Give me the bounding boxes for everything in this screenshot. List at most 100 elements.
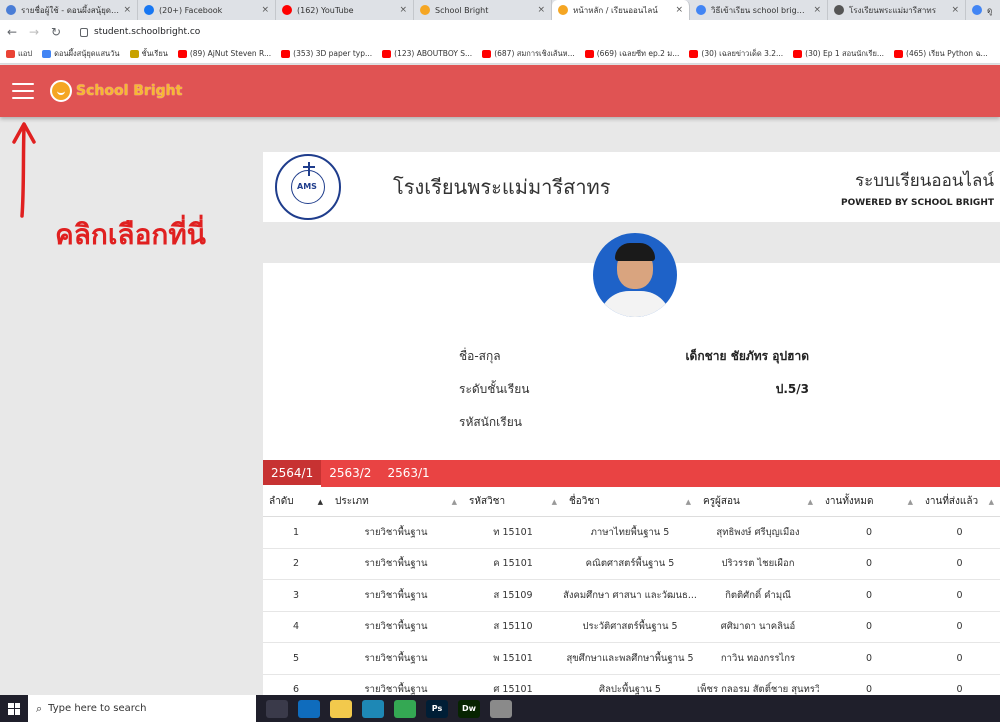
- column-header[interactable]: รหัสวิชา ▲: [463, 487, 563, 517]
- bookmark-icon: [42, 49, 52, 58]
- bookmark-item[interactable]: (30) เฉลยข่าวเด็ด 3.2...: [689, 48, 783, 60]
- browser-tab-strip: รายชื่อผู้ใช้ - ดอนผึ้งสนุ้ยุดแสนวัน×(20…: [0, 0, 1000, 20]
- menu-icon[interactable]: [12, 83, 34, 99]
- bookmark-item[interactable]: แอป: [6, 48, 32, 60]
- mail-icon[interactable]: [298, 699, 320, 718]
- table-cell: ส 15110: [493, 621, 533, 633]
- address-bar: ← → ↻ student.schoolbright.co: [0, 20, 1000, 44]
- back-icon[interactable]: ←: [6, 25, 18, 39]
- school-seal-icon: AMS: [275, 154, 341, 220]
- bookmark-item[interactable]: ชั้นเรียน: [129, 48, 168, 60]
- table-cell: 4: [292, 621, 300, 633]
- bookmark-item[interactable]: (30) Ep 1 สอนนักเรีย...: [793, 48, 884, 60]
- bookmark-label: (687) สมการเชิงเส้นห...: [494, 48, 575, 58]
- browser-tab[interactable]: หน้าหลัก / เรียนออนไลน์ ×: [552, 0, 690, 20]
- sort-icon[interactable]: ▲: [552, 487, 557, 517]
- brand-logo[interactable]: School Bright: [50, 80, 182, 102]
- browser-tab[interactable]: ดู×: [966, 0, 1000, 20]
- app-icon[interactable]: [490, 699, 512, 718]
- table-cell: สุขศึกษาและพลศึกษาพื้นฐาน 5: [566, 652, 694, 664]
- bookmark-item[interactable]: ดอนผึ้งสนุ้ยุดแสนวัน: [42, 48, 120, 60]
- column-header[interactable]: ลำดับ ▲: [263, 487, 329, 517]
- lock-icon: [80, 27, 88, 37]
- browser-tab[interactable]: วิธีเข้าเรียน school bright - G ×: [690, 0, 828, 20]
- bookmark-item[interactable]: (123) ABOUTBOY S...: [382, 49, 472, 58]
- browser-tab[interactable]: School Bright ×: [414, 0, 552, 20]
- table-cell: 0: [865, 652, 873, 664]
- column-header-label: ครูผู้สอน: [703, 495, 740, 507]
- table-cell: 0: [956, 621, 963, 633]
- bookmark-item[interactable]: (89) AjNut Steven R...: [177, 49, 271, 58]
- sort-icon[interactable]: ▲: [989, 487, 994, 517]
- close-icon[interactable]: ×: [951, 5, 959, 15]
- forward-icon[interactable]: →: [28, 25, 40, 39]
- tab-semester-2564-1[interactable]: 2564/1: [263, 460, 322, 487]
- table-row[interactable]: 5 รายวิชาพื้นฐาน พ 15101 สุขศึกษาและพลศึกษา…: [263, 643, 1000, 675]
- browser-tab[interactable]: โรงเรียนพระแม่มารีสาทร ×: [828, 0, 966, 20]
- table-row[interactable]: 1 รายวิชาพื้นฐาน ท 15101 ภาษาไทยพื้นฐาน 5 สุ…: [263, 517, 1000, 549]
- url-field[interactable]: student.schoolbright.co: [80, 27, 200, 37]
- table-cell: ส 15109: [493, 589, 533, 601]
- column-header[interactable]: งานที่ส่งแล้ว ▲: [919, 487, 1000, 517]
- browser-tab[interactable]: (20+) Facebook ×: [138, 0, 276, 20]
- browser-tab[interactable]: รายชื่อผู้ใช้ - ดอนผึ้งสนุ้ยุดแสนวัน ×: [0, 0, 138, 20]
- brand-name: School Bright: [76, 83, 183, 99]
- bookmark-label: (465) เรียน Python ฉ...: [906, 48, 988, 58]
- column-header[interactable]: ประเภท ▲: [329, 487, 463, 517]
- tab-title: โรงเรียนพระแม่มารีสาทร: [849, 5, 936, 15]
- column-header[interactable]: ครูผู้สอน ▲: [697, 487, 819, 517]
- table-header: ลำดับ ▲ ประเภท ▲ รหัสวิชา ▲ ชื่อวิชา ▲ ครูผู้สอน…: [263, 487, 1000, 517]
- chrome-icon[interactable]: [394, 699, 416, 718]
- dreamweaver-icon[interactable]: Dw: [458, 699, 480, 718]
- table-cell: 0: [865, 589, 873, 601]
- bookmark-item[interactable]: (687) สมการเชิงเส้นห...: [482, 48, 575, 60]
- tab-semester-2563-1[interactable]: 2563/1: [379, 460, 437, 487]
- sort-icon[interactable]: ▲: [908, 487, 913, 517]
- close-icon[interactable]: ×: [813, 5, 821, 15]
- column-header[interactable]: ชื่อวิชา ▲: [563, 487, 697, 517]
- column-header-label: งานทั้งหมด: [825, 495, 874, 507]
- school-header-card: AMS โรงเรียนพระแม่มารีสาทร ระบบเรียนออนไ…: [263, 152, 1000, 222]
- table-row[interactable]: 4 รายวิชาพื้นฐาน ส 15110 ประวัติศาสตร์พื้นฐ…: [263, 612, 1000, 643]
- table-cell: รายวิชาพื้นฐาน: [364, 621, 428, 633]
- start-button[interactable]: [0, 695, 28, 722]
- bookmark-label: (30) เฉลยข่าวเด็ด 3.2...: [701, 48, 784, 58]
- table-row[interactable]: 2 รายวิชาพื้นฐาน ค 15101 คณิตศาสตร์พื้นฐาน …: [263, 549, 1000, 580]
- table-cell: กาวิน ทองกรรไกร: [720, 652, 796, 664]
- tab-favicon-icon: [696, 5, 706, 15]
- close-icon[interactable]: ×: [675, 5, 683, 15]
- edge-icon[interactable]: [362, 699, 384, 718]
- sort-icon[interactable]: ▲: [452, 487, 457, 517]
- sort-icon[interactable]: ▲: [686, 487, 691, 517]
- sort-icon[interactable]: ▲: [808, 487, 813, 517]
- close-icon[interactable]: ×: [537, 5, 545, 15]
- tab-semester-2563-2[interactable]: 2563/2: [321, 460, 379, 487]
- browser-tab[interactable]: (162) YouTube ×: [276, 0, 414, 20]
- student-profile-card: ชื่อ-สกุล เด็กชาย ชัยภัทร อุปฮาด ระดับชั…: [263, 233, 1000, 722]
- column-header-label: ชื่อวิชา: [569, 495, 600, 507]
- bookmark-item[interactable]: (353) 3D paper typ...: [281, 49, 372, 58]
- column-header[interactable]: งานทั้งหมด ▲: [819, 487, 919, 517]
- app-header: School Bright: [0, 65, 1000, 117]
- close-icon[interactable]: ×: [123, 5, 131, 15]
- table-cell: 5: [292, 652, 300, 664]
- folder-icon[interactable]: [330, 699, 352, 718]
- bookmark-item[interactable]: (465) เรียน Python ฉ...: [894, 48, 988, 60]
- reload-icon[interactable]: ↻: [50, 25, 62, 39]
- table-cell: 0: [956, 684, 963, 696]
- bookmark-label: (123) ABOUTBOY S...: [394, 49, 473, 58]
- table-row[interactable]: 3 รายวิชาพื้นฐาน ส 15109 สังคมศึกษา ศาสนา แ…: [263, 580, 1000, 612]
- photoshop-icon[interactable]: Ps: [426, 699, 448, 718]
- close-icon[interactable]: ×: [399, 5, 407, 15]
- table-cell: ปริวรรต ไชยเผือก: [721, 558, 795, 570]
- table-cell: 6: [292, 684, 300, 696]
- bookmark-item[interactable]: (669) เฉลยซีท ep.2 ม...: [584, 48, 679, 60]
- task-view-icon[interactable]: [266, 699, 288, 718]
- sort-icon[interactable]: ▲: [318, 487, 323, 517]
- annotation-arrow-icon: [12, 122, 36, 218]
- tab-favicon-icon: [558, 5, 568, 15]
- close-icon[interactable]: ×: [261, 5, 269, 15]
- table-cell: 0: [956, 526, 963, 538]
- taskbar-search[interactable]: ⌕ Type here to search: [28, 695, 256, 722]
- table-cell: 1: [292, 526, 300, 538]
